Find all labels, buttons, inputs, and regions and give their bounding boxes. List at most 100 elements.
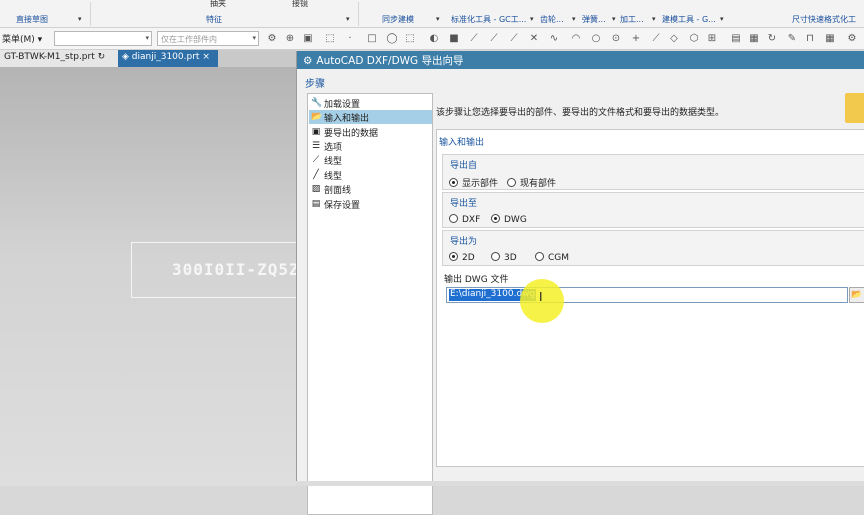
radio-label: 现有部件 [520,179,557,189]
chevron-down-icon[interactable]: ▾ [572,15,576,23]
chevron-down-icon[interactable]: ▾ [530,15,534,23]
radio-dot [507,178,516,187]
step-label: 输入和输出 [324,114,370,124]
dialog-title: AutoCAD DXF/DWG 导出向导 [316,55,464,67]
steps-list: 🔧 加载设置 📂 输入和输出 ▣ 要导出的数据 ☰ 选项 ⟋ 线型 ╱ 线型 ▨ 剖面线 ▤ 保… [307,93,433,515]
step-input-output[interactable]: 📂 输入和输出 [309,110,432,124]
plus-icon[interactable]: + [630,33,642,45]
linetype-icon: ⟋ [312,155,320,165]
lasso-icon[interactable]: ◯ [386,33,398,45]
ribbon-group-spring[interactable]: 弹簧... [582,14,606,25]
step-description: 该步骤让您选择要导出的部件、要导出的文件格式和要导出的数据类型。 [436,108,725,118]
menu-button[interactable]: 菜单(M) ▾ [2,32,42,45]
select-icon[interactable]: ⊕ [284,33,296,45]
step-linetype[interactable]: ⟋ 线型 [309,153,432,167]
ribbon-group-sync-modeling[interactable]: 同步建模 [382,14,414,25]
ribbon-group-dim-format[interactable]: 尺寸快速格式化工 [792,14,856,25]
step-options[interactable]: ☰ 选项 [309,139,432,153]
drawing-title-block: 300I0II-ZQ5Z [131,242,301,298]
wrench-icon: 🔧 [311,98,323,108]
chevron-down-icon[interactable]: ▾ [612,15,616,23]
chevron-down-icon[interactable]: ▾ [436,15,440,23]
radio-3d[interactable]: 3D [491,252,517,263]
radio-cgm[interactable]: CGM [535,252,569,263]
radio-dwg[interactable]: DWG [491,214,527,225]
quadrant-icon[interactable]: ⊙ [610,33,622,45]
curve-icon[interactable]: ∿ [548,33,560,45]
close-icon[interactable]: × [202,52,210,62]
step-load-settings[interactable]: 🔧 加载设置 [309,96,432,110]
ribbon: 抽夹 接镜 直接草图 ▾ 特征 ▾ 同步建模 ▾ 标准化工具 - GC工... … [0,0,864,28]
circle-icon[interactable]: ○ [590,33,602,45]
ribbon-group-gear[interactable]: 齿轮... [540,14,564,25]
magnet-icon[interactable]: ⊓ [804,33,816,45]
rectangle-icon[interactable]: □ [366,33,378,45]
tab-gt-btwk[interactable]: GT-BTWK-M1_stp.prt ↻ [0,50,118,67]
tab-label: GT-BTWK-M1_stp.prt [4,52,95,62]
settings-icon[interactable]: ⚙ [846,33,858,45]
face-icon[interactable]: ⬡ [688,33,700,45]
toolbar: 菜单(M) ▾ ▾ 仅在工作部件内 ▾ ⚙ ⊕ ▣ ⬚ · □ ◯ ⬚ ◐ ■ ⟋… [0,28,864,50]
point-icon[interactable]: · [344,33,356,45]
text-cursor-icon: I [539,290,543,304]
radio-dxf[interactable]: DXF [449,214,480,225]
radio-label: DXF [462,215,481,225]
dialog-bottom-edge [296,481,864,486]
arc-center-icon[interactable]: ◠ [570,33,582,45]
step-save-settings[interactable]: ▤ 保存设置 [309,197,432,211]
ribbon-top-label: 接镜 [292,0,308,8]
chevron-down-icon[interactable]: ▾ [652,15,656,23]
step-data-to-export[interactable]: ▣ 要导出的数据 [309,125,432,139]
screen-icon[interactable]: ▤ [730,33,742,45]
grid-icon[interactable]: ⊞ [706,33,718,45]
radio-existing-part[interactable]: 现有部件 [507,176,556,189]
endpoint-icon[interactable]: ⟋ [488,33,500,45]
filter-icon[interactable]: ⚙ [266,33,278,45]
box-select-icon[interactable]: ⬚ [404,33,416,45]
intersect-icon[interactable]: ✕ [528,33,540,45]
radio-displayed-part[interactable]: 显示部件 [449,176,498,189]
panel-title: 输入和输出 [439,138,485,148]
radio-label: 2D [462,253,475,263]
step-hatch[interactable]: ▨ 剖面线 [309,182,432,196]
snap-icon[interactable]: ▣ [302,33,314,45]
save-icon[interactable]: ▦ [748,33,760,45]
scope-filter-combo[interactable]: 仅在工作部件内 ▾ [157,31,259,46]
export-as-section: 导出为 2D 3D CGM [442,230,864,266]
export-to-label: 导出至 [450,199,478,209]
ribbon-group-sketch[interactable]: 直接草图 [16,14,48,25]
tangent-icon[interactable]: ⟋ [650,33,662,45]
chevron-down-icon[interactable]: ▾ [720,15,724,23]
midpoint-icon[interactable]: ⟋ [508,33,520,45]
ribbon-group-feature[interactable]: 特征 [206,14,222,25]
folder-icon [845,93,864,123]
chevron-down-icon[interactable]: ▾ [346,15,350,23]
save-icon: ▤ [311,199,321,209]
radio-label: 3D [504,253,517,263]
chevron-down-icon[interactable]: ▾ [78,15,82,23]
chevron-down-icon: ▾ [252,34,256,42]
hatch-icon: ▨ [311,184,321,194]
line-snap-icon[interactable]: ⟋ [468,33,480,45]
paint-icon[interactable]: ✎ [786,33,798,45]
dialog-title-bar[interactable]: ⚙ AutoCAD DXF/DWG 导出向导 [297,51,864,69]
refresh-icon[interactable]: ↻ [766,33,778,45]
export-from-label: 导出自 [450,161,478,171]
calendar-icon[interactable]: ▦ [824,33,836,45]
output-file-input[interactable]: E:\dianji_3100.dwg [446,287,848,303]
selection-icon[interactable]: ⬚ [324,33,336,45]
surface-icon[interactable]: ◇ [668,33,680,45]
tab-dianji[interactable]: ◈ dianji_3100.prt × [118,50,218,67]
cube-icon[interactable]: ■ [448,33,460,45]
browse-folder-button[interactable]: 📂 [849,287,864,303]
radio-2d[interactable]: 2D [449,252,475,263]
radio-dot [449,252,458,261]
ribbon-group-machining[interactable]: 加工... [620,14,644,25]
ribbon-group-modeling-tools[interactable]: 建模工具 - G... [662,14,716,25]
step-label: 保存设置 [324,201,361,211]
radio-label: 显示部件 [462,179,499,189]
step-linetype-2[interactable]: ╱ 线型 [309,168,432,182]
type-filter-combo[interactable]: ▾ [54,31,152,46]
view-icon[interactable]: ◐ [428,33,440,45]
ribbon-group-gc-tools[interactable]: 标准化工具 - GC工... [451,14,526,25]
